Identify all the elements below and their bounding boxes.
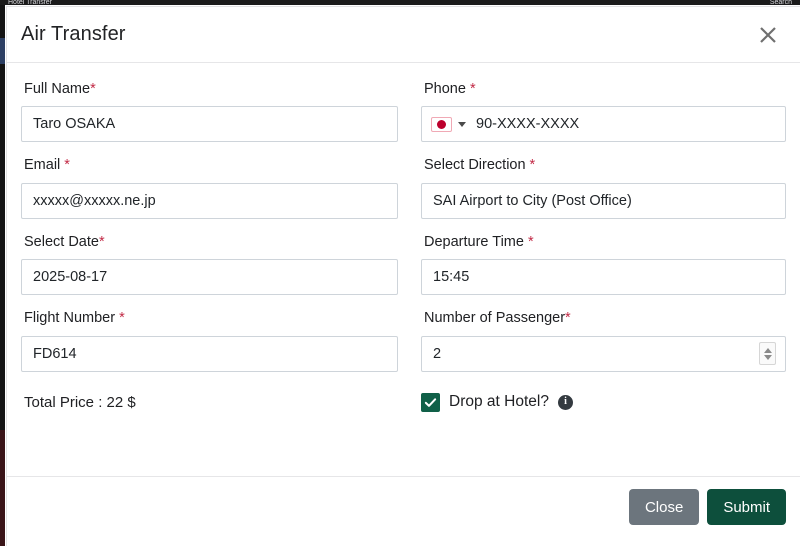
field-select-date: Select Date* 2025-08-17: [21, 234, 398, 296]
flight-number-input[interactable]: FD614: [21, 335, 398, 372]
jp-flag-circle: [437, 119, 446, 129]
flight-number-label: Flight Number *: [24, 310, 398, 327]
email-label-text: Email: [24, 157, 61, 174]
background-left-accent-lower: [0, 430, 5, 546]
form-grid: Full Name* Taro OSAKA Phone * 90-XXXX-XXX…: [21, 81, 786, 387]
field-departure-time: Departure Time * 15:45: [421, 234, 786, 296]
passengers-label: Number of Passenger*: [424, 310, 786, 327]
check-icon: [424, 397, 437, 407]
required-asterisk: *: [98, 233, 105, 250]
departure-time-value: 15:45: [433, 269, 470, 286]
required-asterisk: *: [90, 81, 96, 97]
full-name-label-text: Full Name: [24, 81, 91, 97]
modal-footer: Close Submit: [7, 476, 800, 546]
flight-number-value: FD614: [33, 345, 77, 362]
spinner-up-icon[interactable]: [763, 347, 772, 353]
background-ghost-text-left: Hotel Transfer: [8, 0, 52, 5]
phone-label: Phone *: [424, 81, 786, 98]
page-title: Air Transfer: [21, 23, 126, 45]
spinner-icon[interactable]: [759, 342, 776, 366]
quantity-stepper[interactable]: 2: [421, 335, 786, 372]
field-passengers: Number of Passenger* 2: [421, 310, 786, 372]
background-ghost-text-right: Search: [769, 0, 792, 5]
passengers-value: 2: [433, 345, 442, 362]
spinner-down-icon[interactable]: [763, 354, 772, 360]
select-date-label: Select Date*: [24, 234, 398, 251]
required-asterisk: *: [565, 310, 571, 327]
submit-button[interactable]: Submit: [707, 489, 786, 525]
select-date-input[interactable]: 2025-08-17: [21, 259, 398, 296]
close-icon[interactable]: [754, 21, 782, 49]
departure-time-label: Departure Time *: [424, 234, 786, 251]
email-value: xxxxx@xxxxx.ne.jp: [33, 192, 156, 209]
required-asterisk: *: [469, 81, 476, 97]
drop-at-hotel-checkbox[interactable]: [421, 392, 440, 412]
field-direction: Select Direction * SAI Airport to City (P…: [421, 157, 786, 219]
full-name-input[interactable]: Taro OSAKA: [21, 106, 398, 143]
departure-time-label-text: Departure Time: [424, 233, 524, 250]
field-phone: Phone * 90-XXXX-XXXX: [421, 81, 786, 143]
chevron-down-icon: [458, 121, 466, 127]
background-topbar: [0, 0, 800, 5]
field-flight-number: Flight Number * FD614: [21, 310, 398, 372]
modal-body: Full Name* Taro OSAKA Phone * 90-XXXX-XXX…: [7, 63, 800, 476]
phone-input[interactable]: 90-XXXX-XXXX: [421, 106, 786, 143]
select-date-label-text: Select Date: [24, 233, 99, 250]
field-full-name: Full Name* Taro OSAKA: [21, 81, 398, 143]
phone-label-text: Phone: [424, 81, 466, 97]
direction-label: Select Direction *: [424, 157, 786, 174]
drop-at-hotel-row: Drop at Hotel? i: [421, 392, 786, 412]
full-name-value: Taro OSAKA: [33, 116, 116, 133]
required-asterisk: *: [529, 157, 536, 174]
direction-value: SAI Airport to City (Post Office): [433, 192, 632, 209]
required-asterisk: *: [119, 310, 125, 327]
phone-value: 90-XXXX-XXXX: [476, 116, 580, 133]
departure-time-input[interactable]: 15:45: [421, 259, 786, 296]
summary-row: Total Price : 22 $ Drop at Hotel? i: [21, 392, 786, 412]
info-icon[interactable]: i: [557, 394, 573, 410]
email-field[interactable]: xxxxx@xxxxx.ne.jp: [21, 182, 398, 219]
close-button[interactable]: Close: [628, 489, 700, 525]
flight-number-label-text: Flight Number: [24, 310, 116, 327]
background-left-accent: [0, 38, 5, 64]
jp-flag-icon: [431, 116, 452, 132]
direction-select[interactable]: SAI Airport to City (Post Office): [421, 182, 786, 219]
country-selector[interactable]: [422, 116, 472, 132]
email-label: Email *: [24, 157, 398, 174]
passengers-label-text: Number of Passenger: [424, 310, 566, 327]
full-name-label: Full Name*: [24, 81, 398, 98]
required-asterisk: *: [527, 233, 534, 250]
drop-at-hotel-label: Drop at Hotel?: [449, 393, 549, 411]
air-transfer-modal: Air Transfer Full Name* Taro OSAKA Phone…: [6, 6, 800, 546]
total-price: Total Price : 22 $: [24, 393, 136, 411]
close-icon-glyph: [760, 26, 776, 43]
modal-header: Air Transfer: [7, 7, 800, 63]
select-date-value: 2025-08-17: [33, 269, 108, 286]
direction-label-text: Select Direction: [424, 157, 526, 174]
required-asterisk: *: [64, 157, 70, 174]
field-email: Email * xxxxx@xxxxx.ne.jp: [21, 157, 398, 219]
